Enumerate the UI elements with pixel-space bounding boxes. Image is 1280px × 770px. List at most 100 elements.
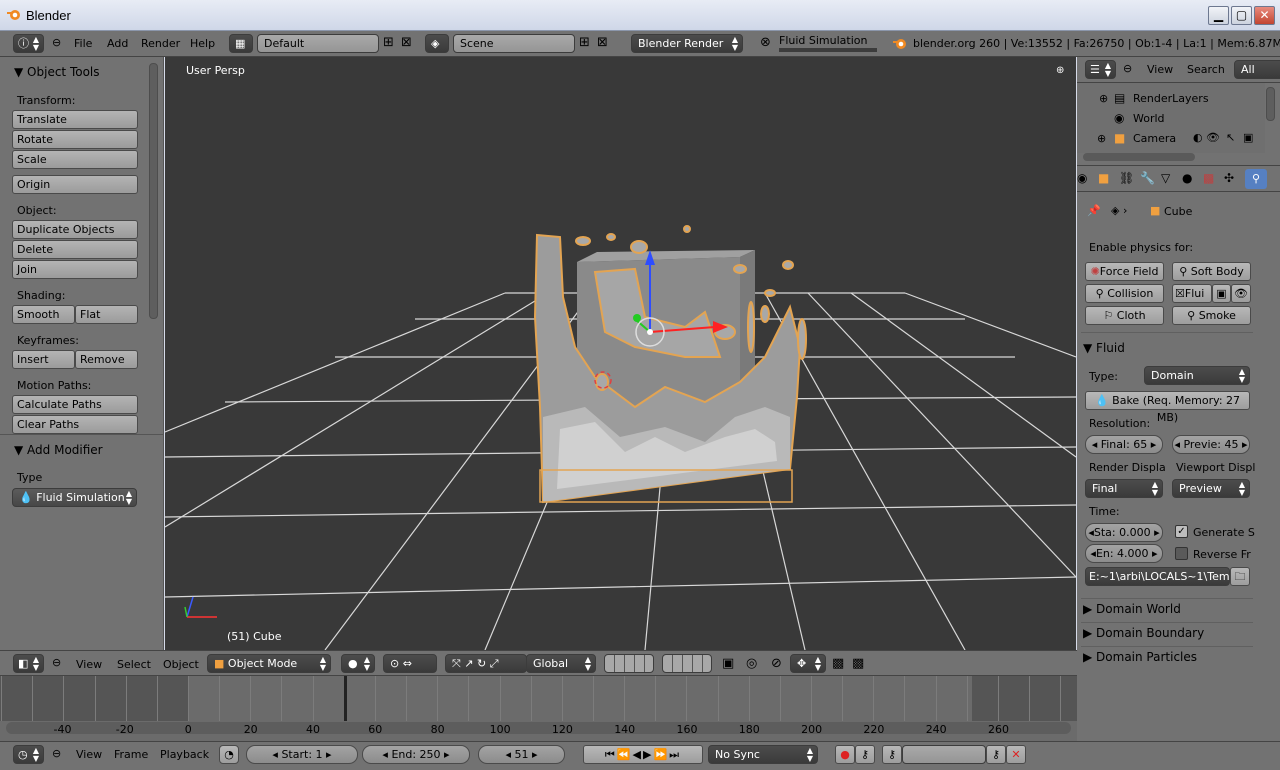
cursor-select-icon[interactable]: ↖ <box>1226 131 1235 144</box>
generate-checkbox[interactable]: ✓ <box>1175 525 1188 538</box>
physics-tab-icon[interactable]: ⚲ <box>1245 169 1267 189</box>
texture-tab-icon[interactable]: ▩ <box>1203 171 1214 185</box>
snap-element-select[interactable]: ✥ ▲ ▼ <box>790 654 826 673</box>
render-tab-icon[interactable]: ◉ <box>1077 171 1087 185</box>
domain-world-panel-header[interactable]: ▶ Domain World <box>1083 602 1181 616</box>
remove-keyframe-button[interactable]: Remove <box>75 350 138 369</box>
minimize-button[interactable]: ▁ <box>1208 6 1229 25</box>
material-tab-icon[interactable]: ● <box>1182 171 1192 185</box>
fluid-type-select[interactable]: Domain ▲ ▼ <box>1144 366 1250 385</box>
current-frame-field[interactable]: ◂ 51 ▸ <box>478 745 565 764</box>
preview-resolution-field[interactable]: ◂ Previe: 45 ▸ <box>1172 435 1250 454</box>
maximize-button[interactable]: ▢ <box>1231 6 1252 25</box>
timeline[interactable]: -40 -20 0 20 40 60 80 100 120 140 160 180 200 220 240 2… <box>0 676 1077 741</box>
editor-type-selector[interactable]: ◧ ▲ ▼ <box>13 654 44 673</box>
fluid-remove-button[interactable]: ☒Flui <box>1172 284 1212 303</box>
sync-mode-select[interactable]: No Sync ▲ ▼ <box>708 745 818 764</box>
constraints-tab-icon[interactable]: ⛓ <box>1119 171 1134 185</box>
flat-button[interactable]: Flat <box>75 305 138 324</box>
translate-button[interactable]: Translate <box>12 110 138 129</box>
delete-button[interactable]: Delete <box>12 240 138 259</box>
timeline-scrollbar[interactable] <box>6 722 1071 734</box>
data-tab-icon[interactable]: ▽ <box>1161 171 1170 185</box>
rotate-button[interactable]: Rotate <box>12 130 138 149</box>
region-toggle-icon[interactable]: ⊕ <box>1056 65 1064 76</box>
transform-orientation-select[interactable]: Global ▲ ▼ <box>526 654 596 673</box>
editor-type-selector[interactable]: ☰ ▲ ▼ <box>1085 60 1116 79</box>
menu-file[interactable]: File <box>74 37 92 50</box>
render-anim-icon[interactable]: ▩ <box>852 656 864 671</box>
editor-type-selector[interactable]: ⓘ ▲ ▼ <box>13 34 44 53</box>
outliner-h-scrollbar[interactable] <box>1083 153 1195 161</box>
domain-particles-panel-header[interactable]: ▶ Domain Particles <box>1083 650 1197 664</box>
reverse-checkbox[interactable] <box>1175 547 1188 560</box>
screen-layout-icon[interactable]: ▦ <box>229 34 253 53</box>
menu-view[interactable]: View <box>76 748 102 761</box>
collapse-icon[interactable]: ⊖ <box>52 656 61 669</box>
clear-paths-button[interactable]: Clear Paths <box>12 415 138 434</box>
pin-icon[interactable]: 📌 <box>1087 204 1101 217</box>
render-display-select[interactable]: Final ▲ ▼ <box>1085 479 1163 498</box>
menu-help[interactable]: Help <box>190 37 215 50</box>
remove-layout-icon[interactable]: ⊠ <box>401 35 412 50</box>
editor-type-selector[interactable]: ◷ ▲ ▼ <box>13 745 44 764</box>
join-button[interactable]: Join <box>12 260 138 279</box>
render-opengl-icon[interactable]: ▩ <box>832 656 844 671</box>
bake-button[interactable]: 💧 Bake (Req. Memory: 27 MB) <box>1085 391 1250 424</box>
duplicate-objects-button[interactable]: Duplicate Objects <box>12 220 138 239</box>
soft-body-button[interactable]: ⚲ Soft Body <box>1172 262 1251 281</box>
collapse-icon[interactable]: ⊖ <box>1123 62 1132 75</box>
object-tools-panel-header[interactable]: ▼ Object Tools <box>14 65 100 79</box>
end-frame-field[interactable]: ◂ End: 250 ▸ <box>362 745 470 764</box>
insert-keyframe-button[interactable]: Insert <box>12 350 75 369</box>
menu-object[interactable]: Object <box>163 658 199 671</box>
collapse-icon[interactable]: ⊖ <box>52 36 61 49</box>
add-layout-icon[interactable]: ⊞ <box>383 35 394 50</box>
interaction-mode-select[interactable]: ■ Object Mode ▲ ▼ <box>207 654 331 673</box>
viewport-display-select[interactable]: Preview ▲ ▼ <box>1172 479 1250 498</box>
calculate-paths-button[interactable]: Calculate Paths <box>12 395 138 414</box>
layer-buttons-2[interactable] <box>662 654 712 673</box>
scene-field[interactable]: Scene <box>453 34 575 53</box>
fluid-panel-header[interactable]: ▼ Fluid <box>1083 341 1125 355</box>
record-icon[interactable]: ● <box>835 745 855 764</box>
folder-icon[interactable]: 🗀 <box>1230 567 1250 586</box>
outliner-item-world[interactable]: World <box>1133 112 1165 125</box>
insert-keyframe-icon[interactable]: ⚷ <box>986 745 1006 764</box>
add-scene-icon[interactable]: ⊞ <box>579 35 590 50</box>
manipulator-toggles[interactable]: ⤧ ↗ ↻ ⤢ <box>445 654 527 673</box>
menu-playback[interactable]: Playback <box>160 748 209 761</box>
menu-search[interactable]: Search <box>1187 63 1225 76</box>
tool-shelf-scrollbar[interactable] <box>149 63 158 319</box>
menu-render[interactable]: Render <box>141 37 180 50</box>
pivot-point-select[interactable]: ⊙ ⇔ <box>383 654 437 673</box>
layer-buttons-1[interactable] <box>604 654 654 673</box>
keying-set-icon[interactable]: ⚷ <box>855 745 875 764</box>
viewport-shading-select[interactable]: ● ▲ ▼ <box>341 654 375 673</box>
collapse-icon[interactable]: ⊖ <box>52 747 61 760</box>
current-frame-marker[interactable] <box>344 676 347 721</box>
keying-set-select-icon[interactable]: ⚷ <box>882 745 902 764</box>
delete-keyframe-icon[interactable]: ✕ <box>1006 745 1026 764</box>
layout-field[interactable]: Default <box>257 34 379 53</box>
cloth-button[interactable]: ⚐ Cloth <box>1085 306 1164 325</box>
scene-icon[interactable]: ◈ <box>425 34 449 53</box>
visibility-eye-icon[interactable]: 👁 <box>1206 131 1220 144</box>
modifiers-tab-icon[interactable]: 🔧 <box>1140 171 1155 185</box>
cancel-job-icon[interactable]: ⊗ <box>760 35 771 50</box>
expand-icon[interactable]: ⊕ <box>1099 92 1108 105</box>
add-modifier-panel-header[interactable]: ▼ Add Modifier <box>14 443 103 457</box>
particles-tab-icon[interactable]: ✣ <box>1224 171 1234 185</box>
smooth-button[interactable]: Smooth <box>12 305 75 324</box>
display-mode-select[interactable]: All Scen <box>1234 60 1280 79</box>
render-camera-icon[interactable]: ▣ <box>1243 131 1253 144</box>
smoke-button[interactable]: ⚲ Smoke <box>1172 306 1251 325</box>
collision-button[interactable]: ⚲ Collision <box>1085 284 1164 303</box>
snap-icon[interactable]: ⊘ <box>771 656 782 671</box>
menu-view[interactable]: View <box>1147 63 1173 76</box>
start-time-field[interactable]: ◂Sta: 0.000 ▸ <box>1085 523 1163 542</box>
domain-boundary-panel-header[interactable]: ▶ Domain Boundary <box>1083 626 1204 640</box>
final-resolution-field[interactable]: ◂ Final: 65 ▸ <box>1085 435 1163 454</box>
outliner-item-renderlayers[interactable]: RenderLayers <box>1133 92 1209 105</box>
proportional-edit-icon[interactable]: ◎ <box>746 656 757 671</box>
